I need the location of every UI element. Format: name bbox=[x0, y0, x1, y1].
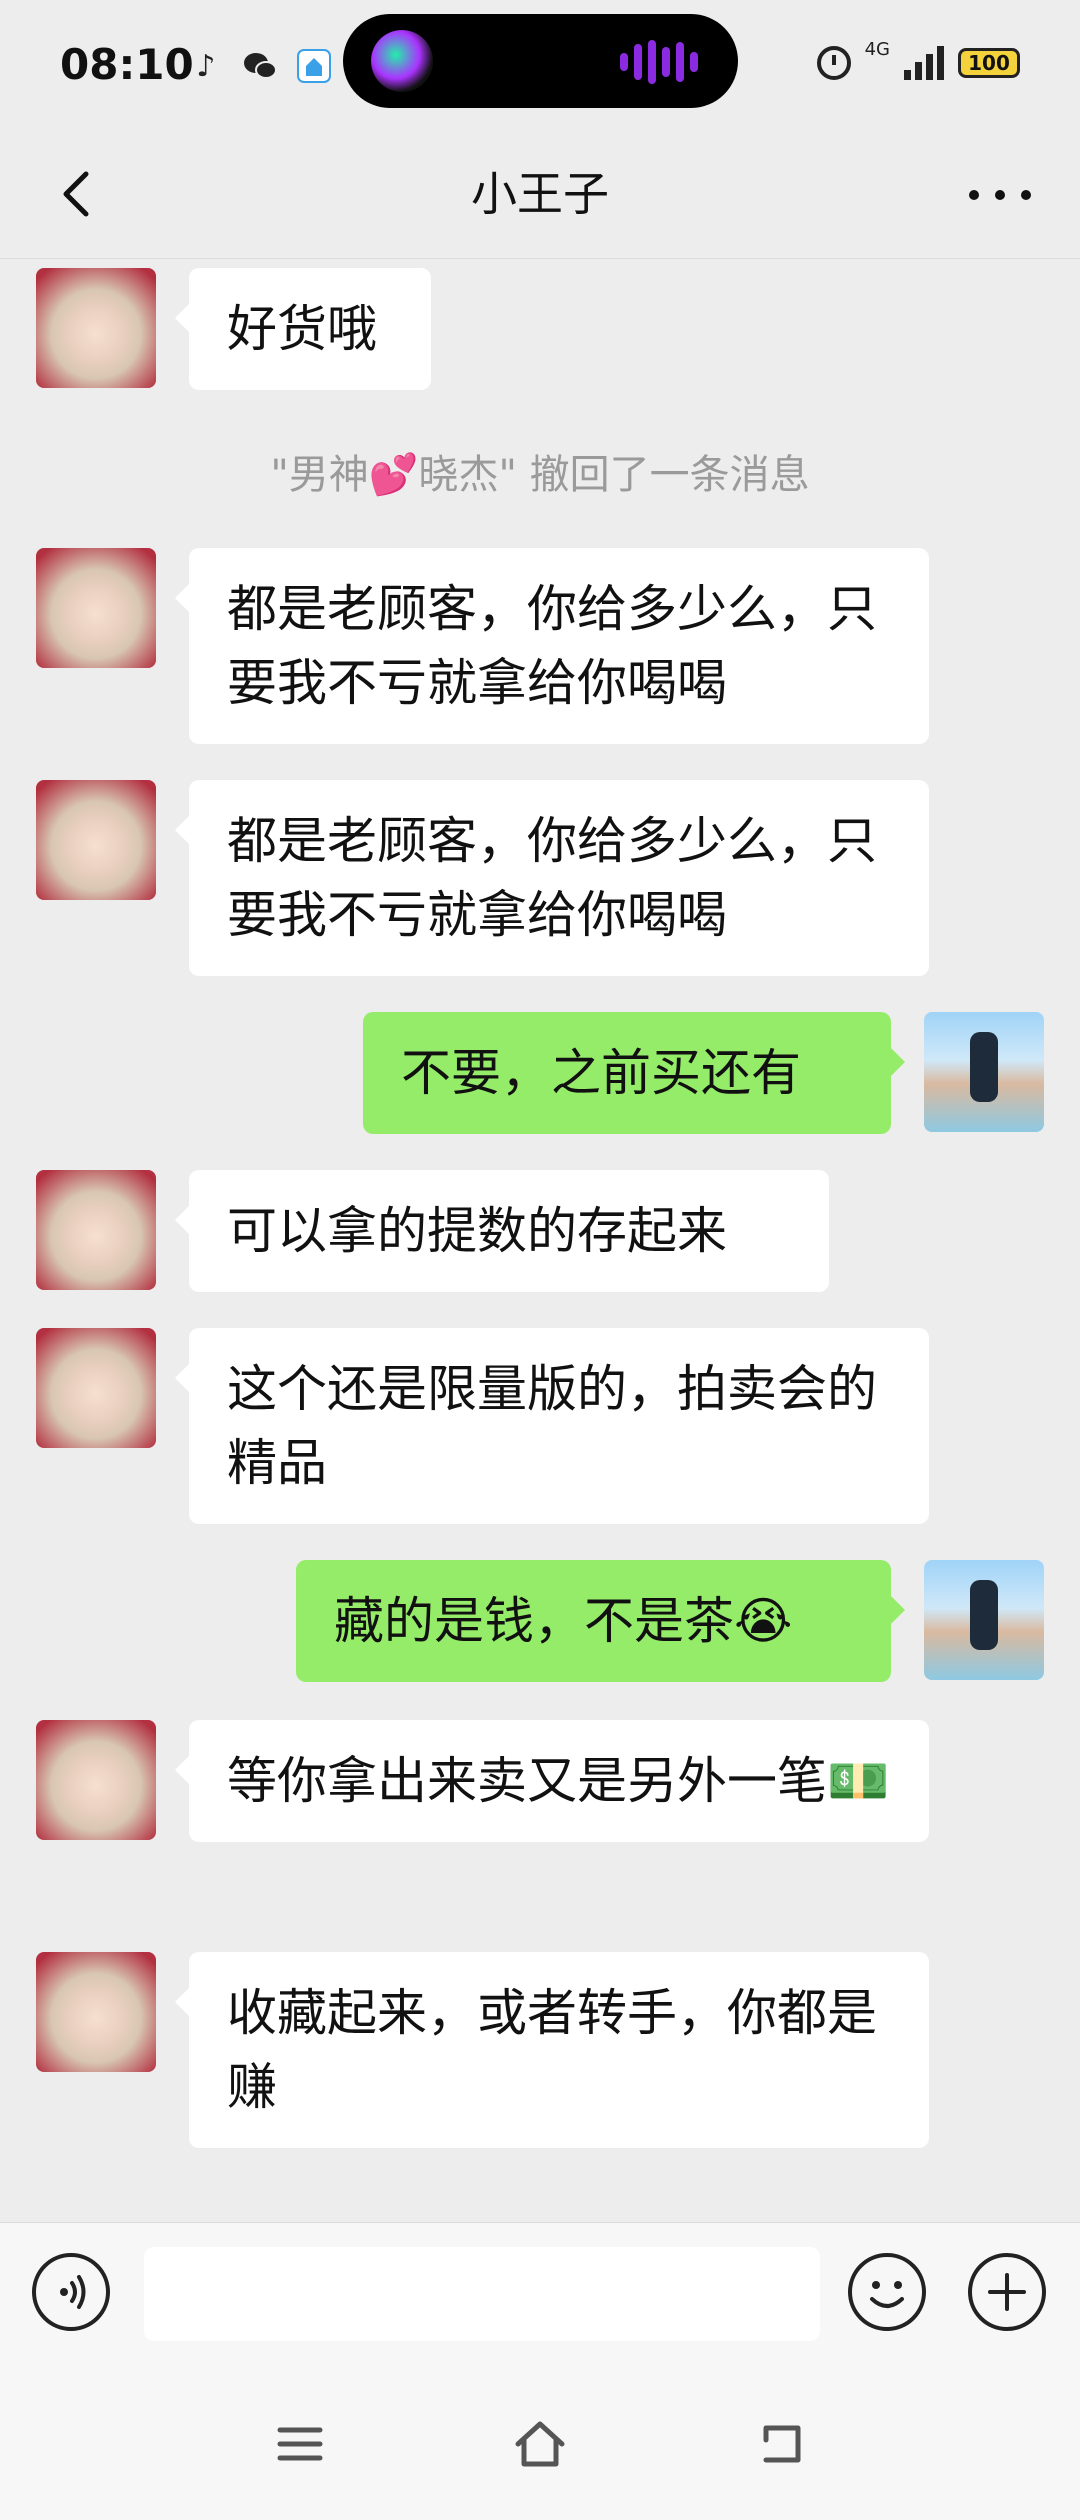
recall-notice: "男神💕晓杰" 撤回了一条消息 bbox=[270, 452, 810, 498]
system-navigation bbox=[0, 2362, 1080, 2520]
plus-icon[interactable] bbox=[968, 2253, 1046, 2331]
dynamic-island bbox=[343, 14, 738, 108]
status-bar: 08:10 ♪ 4G 100 bbox=[0, 0, 1080, 130]
wechat-icon bbox=[242, 48, 278, 84]
message-bubble[interactable]: 都是老顾客，你给多少么，只要我不亏就拿给你喝喝 bbox=[175, 548, 929, 744]
contact-avatar[interactable] bbox=[36, 1328, 156, 1448]
system-status: 4G 100 bbox=[816, 39, 1020, 80]
message-bubble[interactable]: 收藏起来，或者转手，你都是赚 bbox=[175, 1952, 929, 2148]
app-notification-icon bbox=[296, 48, 332, 84]
user-avatar[interactable] bbox=[924, 1560, 1044, 1680]
message-bubble[interactable]: 可以拿的提数的存起来 bbox=[175, 1170, 829, 1292]
message-bubble-self[interactable]: 不要，之前买还有 bbox=[363, 1012, 905, 1134]
message-bubble[interactable]: 等你拿出来卖又是另外一笔💵 bbox=[175, 1720, 929, 1842]
contact-avatar[interactable] bbox=[36, 268, 156, 388]
media-artwork-icon bbox=[371, 30, 433, 92]
status-time: 08:10 bbox=[60, 40, 194, 89]
tiktok-icon: ♪ bbox=[196, 48, 216, 84]
message-bubble[interactable]: 都是老顾客，你给多少么，只要我不亏就拿给你喝喝 bbox=[175, 780, 929, 976]
page-title: 小王子 bbox=[471, 167, 609, 221]
alarm-icon bbox=[816, 46, 851, 80]
input-bar bbox=[0, 2222, 1080, 2363]
message-bubble[interactable]: 这个还是限量版的，拍卖会的精品 bbox=[175, 1328, 929, 1524]
contact-avatar[interactable] bbox=[36, 548, 156, 668]
more-horizontal-icon[interactable] bbox=[960, 170, 1040, 220]
contact-avatar[interactable] bbox=[36, 1952, 156, 2072]
signal-icon bbox=[904, 46, 944, 80]
home-icon[interactable] bbox=[510, 2414, 570, 2474]
audio-wave-icon bbox=[620, 40, 698, 84]
message-bubble-self[interactable]: 藏的是钱，不是茶😭 bbox=[296, 1560, 905, 1682]
contact-avatar[interactable] bbox=[36, 1170, 156, 1290]
voice-icon[interactable] bbox=[32, 2253, 110, 2331]
emoji-icon[interactable] bbox=[848, 2253, 926, 2331]
network-type: 4G bbox=[864, 38, 890, 60]
message-input[interactable] bbox=[144, 2247, 820, 2341]
chat-header: 小王子 bbox=[0, 130, 1080, 259]
menu-icon[interactable] bbox=[270, 2414, 330, 2474]
notification-icons: ♪ bbox=[188, 48, 332, 84]
battery-icon: 100 bbox=[958, 48, 1020, 78]
contact-avatar[interactable] bbox=[36, 780, 156, 900]
message-bubble[interactable]: 好货哦 bbox=[175, 268, 431, 390]
contact-avatar[interactable] bbox=[36, 1720, 156, 1840]
back-icon[interactable] bbox=[752, 2414, 812, 2474]
message-list[interactable]: 好货哦 "男神💕晓杰" 撤回了一条消息 都是老顾客，你给多少么，只要我不亏就拿给… bbox=[0, 258, 1080, 2222]
user-avatar[interactable] bbox=[924, 1012, 1044, 1132]
